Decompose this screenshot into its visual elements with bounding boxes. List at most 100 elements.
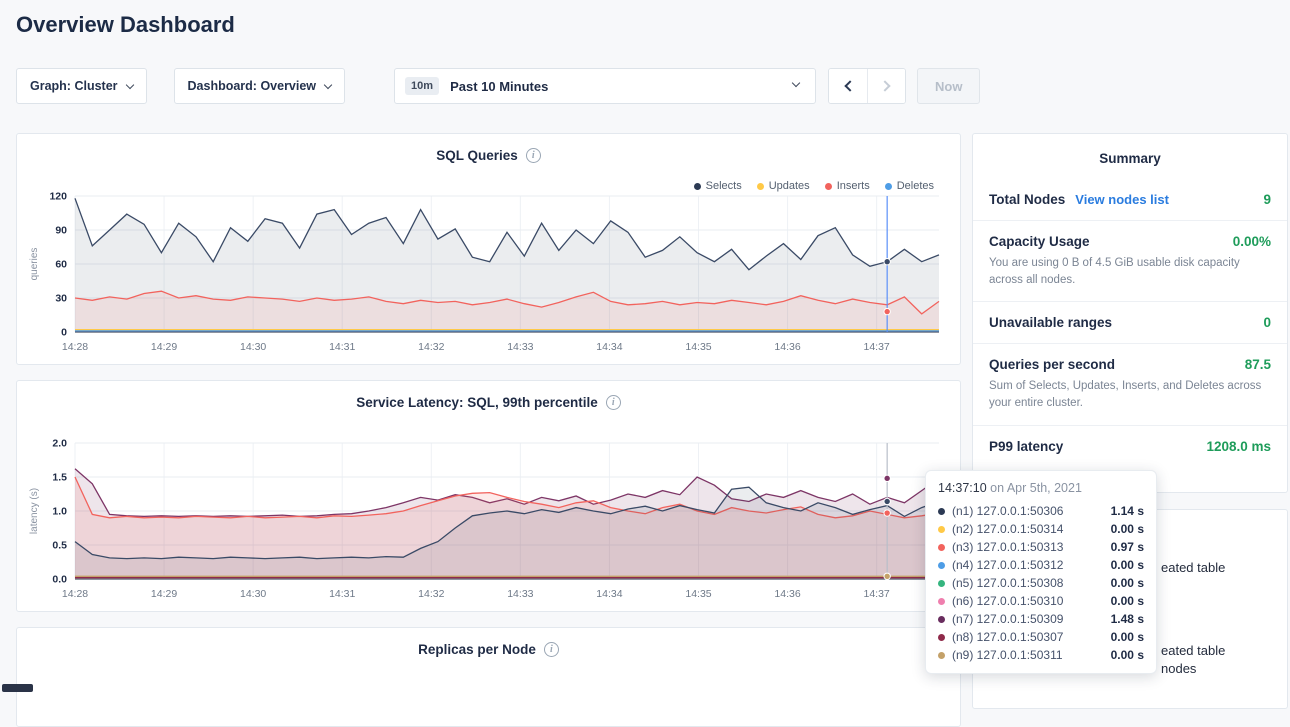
svg-text:14:28: 14:28 bbox=[62, 588, 88, 600]
info-icon[interactable]: i bbox=[544, 642, 559, 657]
svg-text:14:35: 14:35 bbox=[685, 341, 711, 353]
capacity-label: Capacity Usage bbox=[989, 234, 1090, 249]
qps-description: Sum of Selects, Updates, Inserts, and De… bbox=[989, 378, 1265, 411]
svg-text:14:37: 14:37 bbox=[864, 588, 890, 600]
view-nodes-list-link[interactable]: View nodes list bbox=[1075, 192, 1169, 207]
tooltip-node-label: (n9) 127.0.0.1:50311 bbox=[952, 648, 1063, 662]
svg-text:14:36: 14:36 bbox=[774, 588, 800, 600]
tooltip-node-label: (n5) 127.0.0.1:50308 bbox=[952, 576, 1063, 590]
tooltip-row: (n8) 127.0.0.1:503070.00 s bbox=[938, 628, 1144, 646]
summary-row-capacity: Capacity Usage 0.00% You are using 0 B o… bbox=[973, 221, 1287, 302]
svg-text:1.5: 1.5 bbox=[52, 472, 67, 484]
summary-panel: Summary Total Nodes View nodes list 9 Ca… bbox=[972, 133, 1288, 493]
svg-text:0.0: 0.0 bbox=[52, 574, 67, 586]
tooltip-row: (n9) 127.0.0.1:503110.00 s bbox=[938, 646, 1144, 664]
summary-row-p99-latency: P99 latency 1208.0 ms bbox=[973, 426, 1287, 467]
svg-text:14:37: 14:37 bbox=[864, 341, 890, 353]
svg-text:queries: queries bbox=[29, 248, 40, 281]
series-color-dot bbox=[938, 580, 945, 587]
time-next-button[interactable] bbox=[867, 69, 905, 103]
chart-title-text: SQL Queries bbox=[436, 148, 518, 163]
tooltip-node-label: (n4) 127.0.0.1:50312 bbox=[952, 558, 1063, 572]
series-color-dot bbox=[938, 544, 945, 551]
tooltip-node-value: 0.00 s bbox=[1111, 630, 1144, 644]
info-icon[interactable]: i bbox=[526, 148, 541, 163]
svg-text:90: 90 bbox=[55, 225, 67, 237]
svg-text:14:32: 14:32 bbox=[418, 588, 444, 600]
svg-text:2.0: 2.0 bbox=[52, 438, 67, 450]
svg-text:14:31: 14:31 bbox=[329, 341, 355, 353]
svg-text:30: 30 bbox=[55, 293, 67, 305]
tooltip-node-value: 0.00 s bbox=[1111, 558, 1144, 572]
series-color-dot bbox=[938, 598, 945, 605]
total-nodes-value: 9 bbox=[1263, 192, 1271, 207]
tooltip-time: 14:37:10 bbox=[938, 481, 987, 495]
event-item-fragment: eated table bbox=[1161, 560, 1225, 575]
tooltip-node-label: (n7) 127.0.0.1:50309 bbox=[952, 612, 1063, 626]
info-icon[interactable]: i bbox=[606, 395, 621, 410]
event-item-fragment: eated table bbox=[1161, 643, 1225, 658]
sql-queries-chart[interactable]: 14:28 14:29 14:30 14:31 14:32 14:33 14:34 14:35… bbox=[25, 188, 953, 358]
tooltip-row: (n4) 127.0.0.1:50312 0.00 s bbox=[938, 556, 1144, 574]
svg-text:latency (s): latency (s) bbox=[29, 488, 40, 534]
svg-text:14:33: 14:33 bbox=[507, 341, 533, 353]
tooltip-date-text: on Apr 5th, 2021 bbox=[990, 481, 1082, 495]
svg-text:14:30: 14:30 bbox=[240, 341, 266, 353]
tooltip-node-value: 1.14 s bbox=[1111, 504, 1144, 518]
summary-row-unavailable-ranges: Unavailable ranges 0 bbox=[973, 302, 1287, 344]
capacity-value: 0.00% bbox=[1233, 234, 1271, 249]
page-title: Overview Dashboard bbox=[16, 12, 235, 38]
summary-row-total-nodes: Total Nodes View nodes list 9 bbox=[973, 179, 1287, 221]
tooltip-node-value: 0.97 s bbox=[1111, 540, 1144, 554]
unavailable-ranges-value: 0 bbox=[1263, 315, 1271, 330]
chevron-left-icon bbox=[844, 80, 855, 91]
tooltip-node-label: (n6) 127.0.0.1:50310 bbox=[952, 594, 1063, 608]
chart-tooltip-rows: (n1) 127.0.0.1:503061.14 s(n2) 127.0.0.1… bbox=[938, 502, 1144, 664]
tooltip-node-value: 0.00 s bbox=[1111, 522, 1144, 536]
event-item-fragment: nodes bbox=[1161, 661, 1196, 676]
dashboard-dropdown[interactable]: Dashboard: Overview bbox=[174, 68, 346, 104]
chart-title-text: Service Latency: SQL, 99th percentile bbox=[356, 395, 598, 410]
svg-text:120: 120 bbox=[49, 191, 67, 203]
tooltip-node-value: 0.00 s bbox=[1111, 576, 1144, 590]
svg-text:14:28: 14:28 bbox=[62, 341, 88, 353]
chart-title: Replicas per Node i bbox=[17, 628, 960, 657]
svg-text:60: 60 bbox=[55, 259, 67, 271]
chevron-right-icon bbox=[879, 80, 890, 91]
tooltip-node-label: (n3) 127.0.0.1:50313 bbox=[952, 540, 1063, 554]
dashboard-label: Dashboard: Overview bbox=[188, 79, 317, 93]
svg-text:14:31: 14:31 bbox=[329, 588, 355, 600]
tooltip-row: (n3) 127.0.0.1:50313 0.97 s bbox=[938, 538, 1144, 556]
time-prev-button[interactable] bbox=[829, 69, 867, 103]
capacity-description: You are using 0 B of 4.5 GiB usable disk… bbox=[989, 255, 1265, 288]
chevron-down-icon bbox=[324, 80, 332, 88]
chevron-down-icon bbox=[792, 79, 800, 87]
svg-text:0: 0 bbox=[61, 327, 67, 339]
total-nodes-label: Total Nodes bbox=[989, 192, 1065, 207]
qps-value: 87.5 bbox=[1245, 357, 1271, 372]
service-latency-chart[interactable]: 14:2814:2914:3014:3114:3214:3314:3414:35… bbox=[25, 435, 953, 605]
tooltip-row: (n1) 127.0.0.1:503061.14 s bbox=[938, 502, 1144, 520]
svg-text:14:29: 14:29 bbox=[151, 341, 177, 353]
tooltip-node-value: 0.00 s bbox=[1111, 594, 1144, 608]
tooltip-row: (n2) 127.0.0.1:50314 0.00 s bbox=[938, 520, 1144, 538]
series-color-dot bbox=[938, 616, 945, 623]
svg-text:14:32: 14:32 bbox=[418, 341, 444, 353]
tooltip-row: (n5) 127.0.0.1:50308 0.00 s bbox=[938, 574, 1144, 592]
p99-latency-value: 1208.0 ms bbox=[1206, 439, 1271, 454]
tooltip-node-value: 1.48 s bbox=[1111, 612, 1144, 626]
chart-hover-tooltip: 14:37:10 on Apr 5th, 2021 (n1) 127.0.0.1… bbox=[925, 470, 1157, 674]
graph-scope-dropdown[interactable]: Graph: Cluster bbox=[16, 68, 147, 104]
svg-text:14:34: 14:34 bbox=[596, 588, 622, 600]
svg-text:14:34: 14:34 bbox=[596, 341, 622, 353]
time-range-dropdown[interactable]: 10m Past 10 Minutes bbox=[394, 68, 816, 104]
svg-text:14:33: 14:33 bbox=[507, 588, 533, 600]
series-color-dot bbox=[938, 562, 945, 569]
tooltip-node-label: (n2) 127.0.0.1:50314 bbox=[952, 522, 1063, 536]
qps-label: Queries per second bbox=[989, 357, 1115, 372]
summary-row-qps: Queries per second 87.5 Sum of Selects, … bbox=[973, 344, 1287, 425]
tooltip-row: (n7) 127.0.0.1:50309 1.48 s bbox=[938, 610, 1144, 628]
cropped-hover-label bbox=[2, 684, 33, 692]
time-range-badge: 10m bbox=[405, 77, 439, 95]
now-button[interactable]: Now bbox=[917, 68, 980, 104]
